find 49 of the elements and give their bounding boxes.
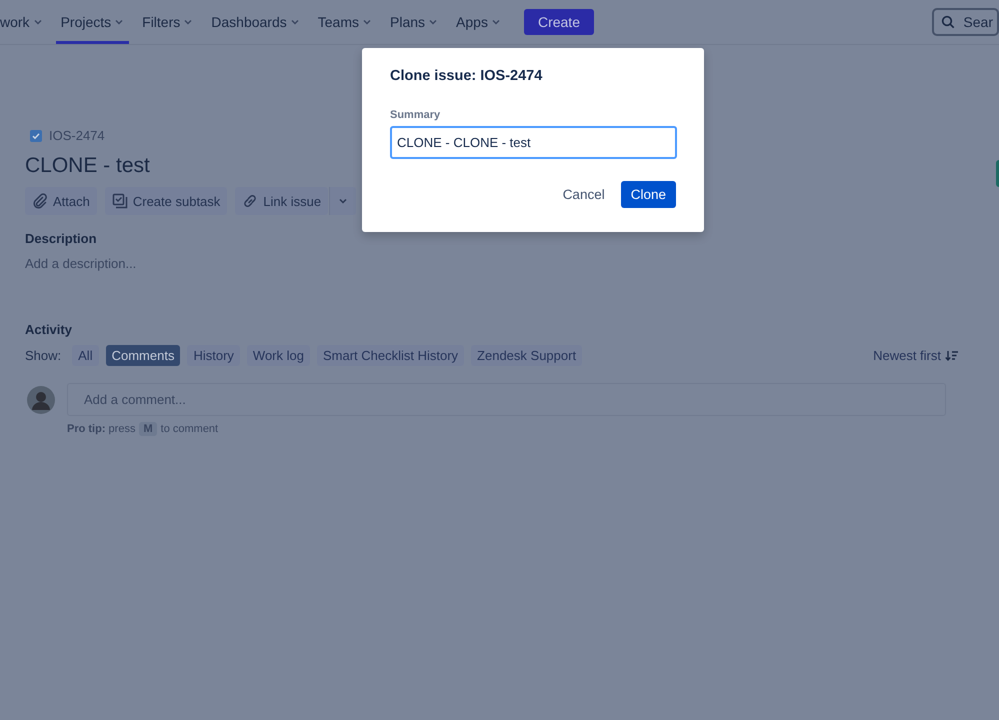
summary-field[interactable]: CLONE - CLONE - test: [390, 126, 677, 159]
chevron-down-icon: [183, 17, 194, 27]
attach-button[interactable]: Attach: [25, 187, 97, 215]
nav-menu-item[interactable]: Teams: [312, 0, 377, 44]
activity-filter-tab[interactable]: All: [72, 345, 99, 366]
activity-filter-tab[interactable]: Smart Checklist History: [316, 345, 464, 366]
paperclip-icon: [32, 193, 48, 209]
activity-filter-tab[interactable]: Comments: [106, 345, 180, 366]
chevron-down-icon: [428, 17, 438, 27]
activity-filter-tab[interactable]: History: [187, 345, 240, 366]
task-checkbox-icon: [30, 130, 42, 142]
pro-tip-text: Pro tip: press: [67, 423, 136, 435]
dialog-title: Clone issue: IOS-2474: [390, 68, 544, 84]
link-issue-button[interactable]: Link issue: [235, 187, 328, 215]
create-subtask-button[interactable]: Create subtask: [104, 187, 228, 215]
chevron-down-icon: [290, 17, 300, 27]
sort-order-button[interactable]: Newest first: [867, 347, 964, 364]
sort-icon: [945, 350, 958, 362]
activity-filter-tab[interactable]: Work log: [246, 345, 310, 366]
cancel-button[interactable]: Cancel: [554, 181, 613, 208]
section-heading: Activity: [25, 322, 73, 337]
description-field[interactable]: Add a description...: [25, 256, 974, 271]
issue-key-link[interactable]: IOS-2474: [49, 128, 105, 143]
field-label: Summary: [390, 109, 442, 121]
nav-menu-item[interactable]: Apps: [451, 0, 506, 44]
clone-button[interactable]: Clone: [620, 181, 676, 208]
link-icon: [242, 193, 258, 209]
activity-filter-tab[interactable]: Zendesk Support: [471, 345, 582, 366]
nav-menu-item[interactable]: Projects: [56, 0, 130, 44]
chevron-down-icon: [114, 17, 124, 27]
nav-menu-item[interactable]: work: [0, 0, 48, 44]
search-icon: [941, 15, 956, 29]
avatar-icon: [27, 386, 55, 414]
comment-field[interactable]: Add a comment...: [67, 383, 946, 416]
section-heading: Description: [25, 231, 98, 246]
search-field[interactable]: Sear: [932, 8, 999, 36]
chevron-down-icon: [338, 196, 348, 206]
nav-menu-item[interactable]: Plans: [385, 0, 444, 44]
nav-menu-item[interactable]: Filters: [137, 0, 198, 44]
nav-menu-item[interactable]: Dashboards: [206, 0, 305, 44]
more-dropdown-button[interactable]: [329, 187, 356, 215]
chevron-down-icon: [490, 17, 501, 27]
subtask-icon: [112, 193, 128, 209]
chevron-down-icon: [32, 17, 43, 27]
create-button[interactable]: Create: [524, 9, 594, 35]
pro-tip-text: to comment: [160, 423, 218, 435]
show-label: Show:: [25, 348, 62, 363]
chevron-down-icon: [362, 17, 372, 27]
side-tab[interactable]: [996, 160, 999, 187]
